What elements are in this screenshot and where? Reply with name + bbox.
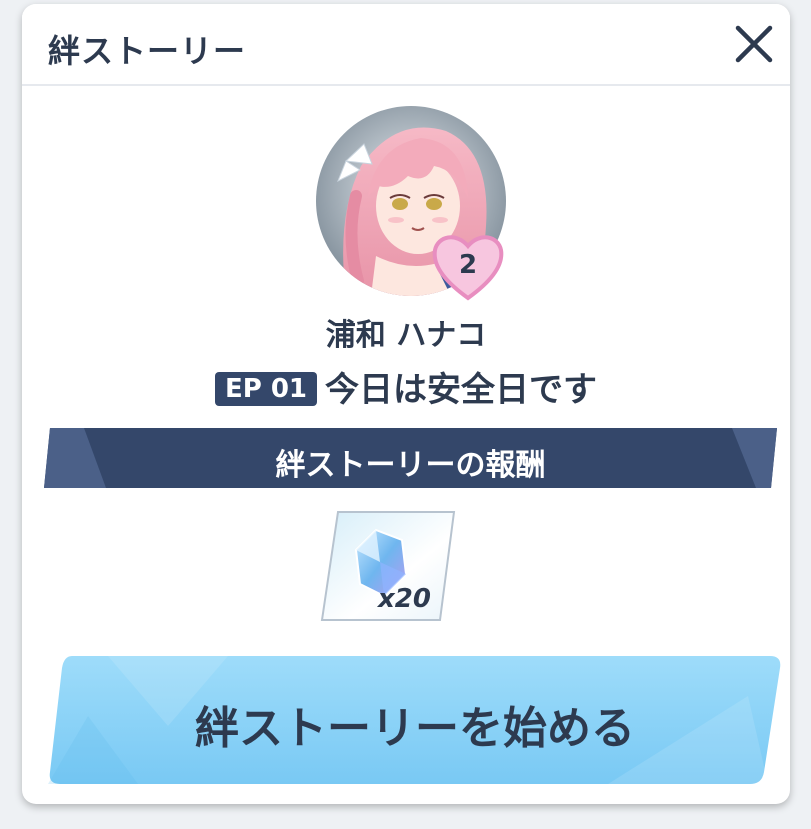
reward-item[interactable]: x20 (318, 510, 458, 622)
dialog-title: 絆ストーリー (48, 32, 247, 70)
episode-line: EP 01 今日は安全日です (22, 362, 790, 411)
reward-banner-label: 絆ストーリーの報酬 (275, 448, 546, 483)
bond-level-value: 2 (458, 250, 478, 280)
episode-title: 今日は安全日です (325, 370, 598, 410)
character-portrait: 2 (316, 106, 506, 301)
dialog-header: 絆ストーリー (22, 4, 790, 86)
reward-quantity: x20 (378, 584, 431, 614)
start-button-label: 絆ストーリーを始める (195, 703, 635, 754)
start-bond-story-button[interactable]: 絆ストーリーを始める (48, 656, 782, 786)
close-button[interactable] (732, 22, 776, 66)
bond-level-heart: 2 (430, 232, 506, 302)
episode-badge: EP 01 (214, 372, 318, 406)
character-name: 浦和 ハナコ (325, 318, 487, 353)
close-icon (735, 25, 773, 63)
bond-story-dialog: 絆ストーリー 2 浦和 ハナコ EP 01 今日は安全日です 絆ストーリーの報酬… (22, 4, 790, 804)
reward-banner: 絆ストーリーの報酬 (44, 428, 777, 488)
